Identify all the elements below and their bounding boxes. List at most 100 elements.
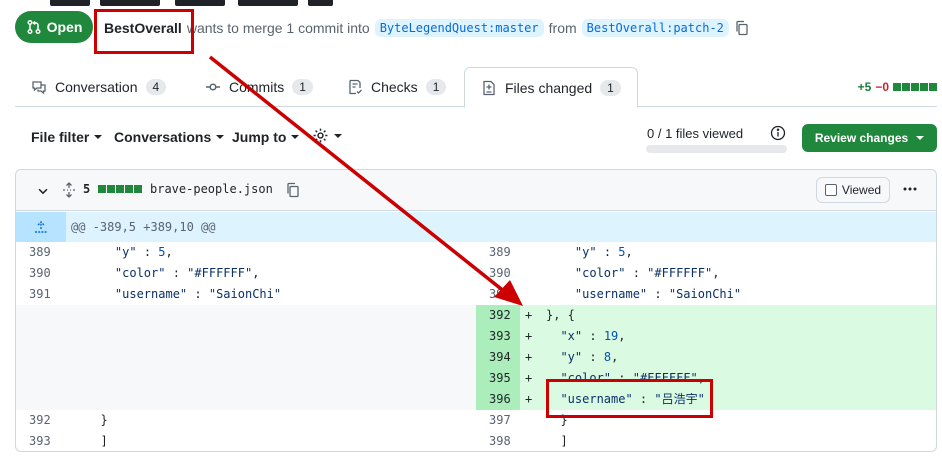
code-line: } <box>86 413 108 427</box>
diff-left-side: 389 "y" : 5, <box>16 242 476 263</box>
page-title-clipped <box>0 0 942 6</box>
file-name[interactable]: brave-people.json <box>150 182 273 196</box>
file-diffstat-blocks <box>98 185 142 193</box>
line-number[interactable]: 392 <box>476 305 520 326</box>
code-line: ] <box>546 434 568 448</box>
copy-icon[interactable] <box>285 182 301 198</box>
line-number[interactable]: 393 <box>476 326 520 347</box>
file-diff-icon <box>483 80 495 95</box>
pr-state-badge: Open <box>15 11 93 43</box>
code-line: }, { <box>546 308 575 322</box>
line-number[interactable]: 393 <box>16 431 60 451</box>
line-number[interactable]: 396 <box>476 389 520 410</box>
line-number[interactable]: 397 <box>476 410 520 431</box>
annotation-box-username <box>546 379 713 418</box>
tab-label: Checks <box>371 79 418 95</box>
line-number[interactable]: 398 <box>476 431 520 451</box>
code-line: "username" : "SaionChi" <box>114 287 282 301</box>
viewed-checkbox-button[interactable]: Viewed <box>816 177 890 203</box>
conversations-dropdown[interactable]: Conversations <box>114 129 225 145</box>
diff-settings-dropdown[interactable] <box>312 127 342 144</box>
diff-row: 396 + "username" : "吕浩宇" <box>16 389 936 410</box>
line-number[interactable]: 391 <box>16 284 60 305</box>
caret-down-icon <box>291 135 300 139</box>
diff-left-side <box>16 368 476 389</box>
base-branch-label[interactable]: ByteLegendQuest:master <box>374 19 544 37</box>
file-filter-dropdown[interactable]: File filter <box>31 129 103 145</box>
pr-from-text: from <box>548 20 577 36</box>
tab-count: 1 <box>600 79 621 96</box>
files-viewed-count: 0 / 1 files viewed <box>647 126 744 141</box>
line-number[interactable]: 395 <box>476 368 520 389</box>
hunk-header-text: @@ -389,5 +389,10 @@ <box>71 220 216 234</box>
diff-row: 391 "username" : "SaionChi" 391 "username… <box>16 284 936 305</box>
diff-right-side: 393 + "x" : 19, <box>476 326 936 347</box>
code-line: "y" : 5, <box>574 245 633 259</box>
info-icon[interactable] <box>770 125 786 141</box>
diff-row: 390 "color" : "#FFFFFF", 390 "color" : "#… <box>16 263 936 284</box>
expand-up-button[interactable] <box>16 212 66 242</box>
additions-count: +5 <box>857 80 872 94</box>
comment-icon <box>32 81 46 95</box>
unfold-icon[interactable] <box>61 182 77 198</box>
checkbox-icon <box>824 184 837 196</box>
diff-row: 395 + "color" : "#FFFFFF", <box>16 368 936 389</box>
commit-icon <box>206 83 220 91</box>
caret-down-icon <box>94 135 103 139</box>
annotation-box-author <box>94 9 194 54</box>
file-filter-label: File filter <box>31 129 90 145</box>
diff-right-side: 394 + "y" : 8, <box>476 347 936 368</box>
kebab-horizontal-icon[interactable] <box>902 181 918 197</box>
files-toolbar: File filter Conversations Jump to 0 / 1 … <box>15 124 937 153</box>
tab-count: 4 <box>145 79 167 95</box>
diff-marker: + <box>525 308 533 322</box>
code-line: "y" : 5, <box>114 245 173 259</box>
line-number[interactable]: 390 <box>476 263 520 284</box>
diff-right-side: 392 + }, { <box>476 305 936 326</box>
code-line: "username" : "SaionChi" <box>574 287 742 301</box>
caret-down-icon <box>916 136 925 140</box>
diff-marker: + <box>525 392 533 406</box>
copy-icon[interactable] <box>734 20 750 36</box>
git-pull-request-icon <box>27 19 41 35</box>
review-changes-button[interactable]: Review changes <box>802 124 937 152</box>
file-header: 5 brave-people.json Viewed <box>16 170 936 211</box>
diff-right-side: 390 "color" : "#FFFFFF", <box>476 263 936 284</box>
gear-icon <box>313 128 328 143</box>
head-branch-label[interactable]: BestOverall:patch-2 <box>581 19 729 37</box>
tab-checks[interactable]: Checks 1 <box>331 67 462 107</box>
file-change-count: 5 <box>83 182 91 196</box>
tab-files-changed[interactable]: Files changed 1 <box>464 67 638 108</box>
chevron-down-icon[interactable] <box>36 184 50 198</box>
diff-left-side: 391 "username" : "SaionChi" <box>16 284 476 305</box>
tab-count: 1 <box>292 79 313 95</box>
review-changes-label: Review changes <box>814 131 909 145</box>
jump-to-dropdown[interactable]: Jump to <box>232 129 300 145</box>
hunk-header: @@ -389,5 +389,10 @@ <box>16 212 936 242</box>
tab-label: Conversation <box>55 79 138 95</box>
pr-merge-text: wants to merge 1 commit into <box>186 20 370 36</box>
diff-marker: + <box>525 350 533 364</box>
line-number[interactable]: 389 <box>16 242 60 263</box>
checklist-icon <box>349 79 362 95</box>
line-number[interactable]: 391 <box>476 284 520 305</box>
diff-row: 389 "y" : 5, 389 "y" : 5, <box>16 242 936 263</box>
tab-label: Files changed <box>505 79 593 96</box>
diff-left-side: 390 "color" : "#FFFFFF", <box>16 263 476 284</box>
line-number[interactable]: 389 <box>476 242 520 263</box>
caret-down-icon <box>334 133 342 138</box>
tab-label: Commits <box>229 79 285 95</box>
line-number[interactable]: 392 <box>16 410 60 431</box>
diff-marker: + <box>525 329 533 343</box>
diff-rows: 389 "y" : 5, 389 "y" : 5, 390 "color" : "#… <box>16 242 936 451</box>
line-number[interactable]: 394 <box>476 347 520 368</box>
tab-conversation[interactable]: Conversation 4 <box>15 67 182 107</box>
pr-state-label: Open <box>46 19 83 35</box>
jump-to-label: Jump to <box>232 129 287 145</box>
diff-row: 392 } 397 } <box>16 410 936 431</box>
tab-commits[interactable]: Commits 1 <box>189 67 329 107</box>
diff-row: 392 + }, { <box>16 305 936 326</box>
diff-row: 393 + "x" : 19, <box>16 326 936 347</box>
line-number[interactable]: 390 <box>16 263 60 284</box>
diff-left-side <box>16 347 476 368</box>
